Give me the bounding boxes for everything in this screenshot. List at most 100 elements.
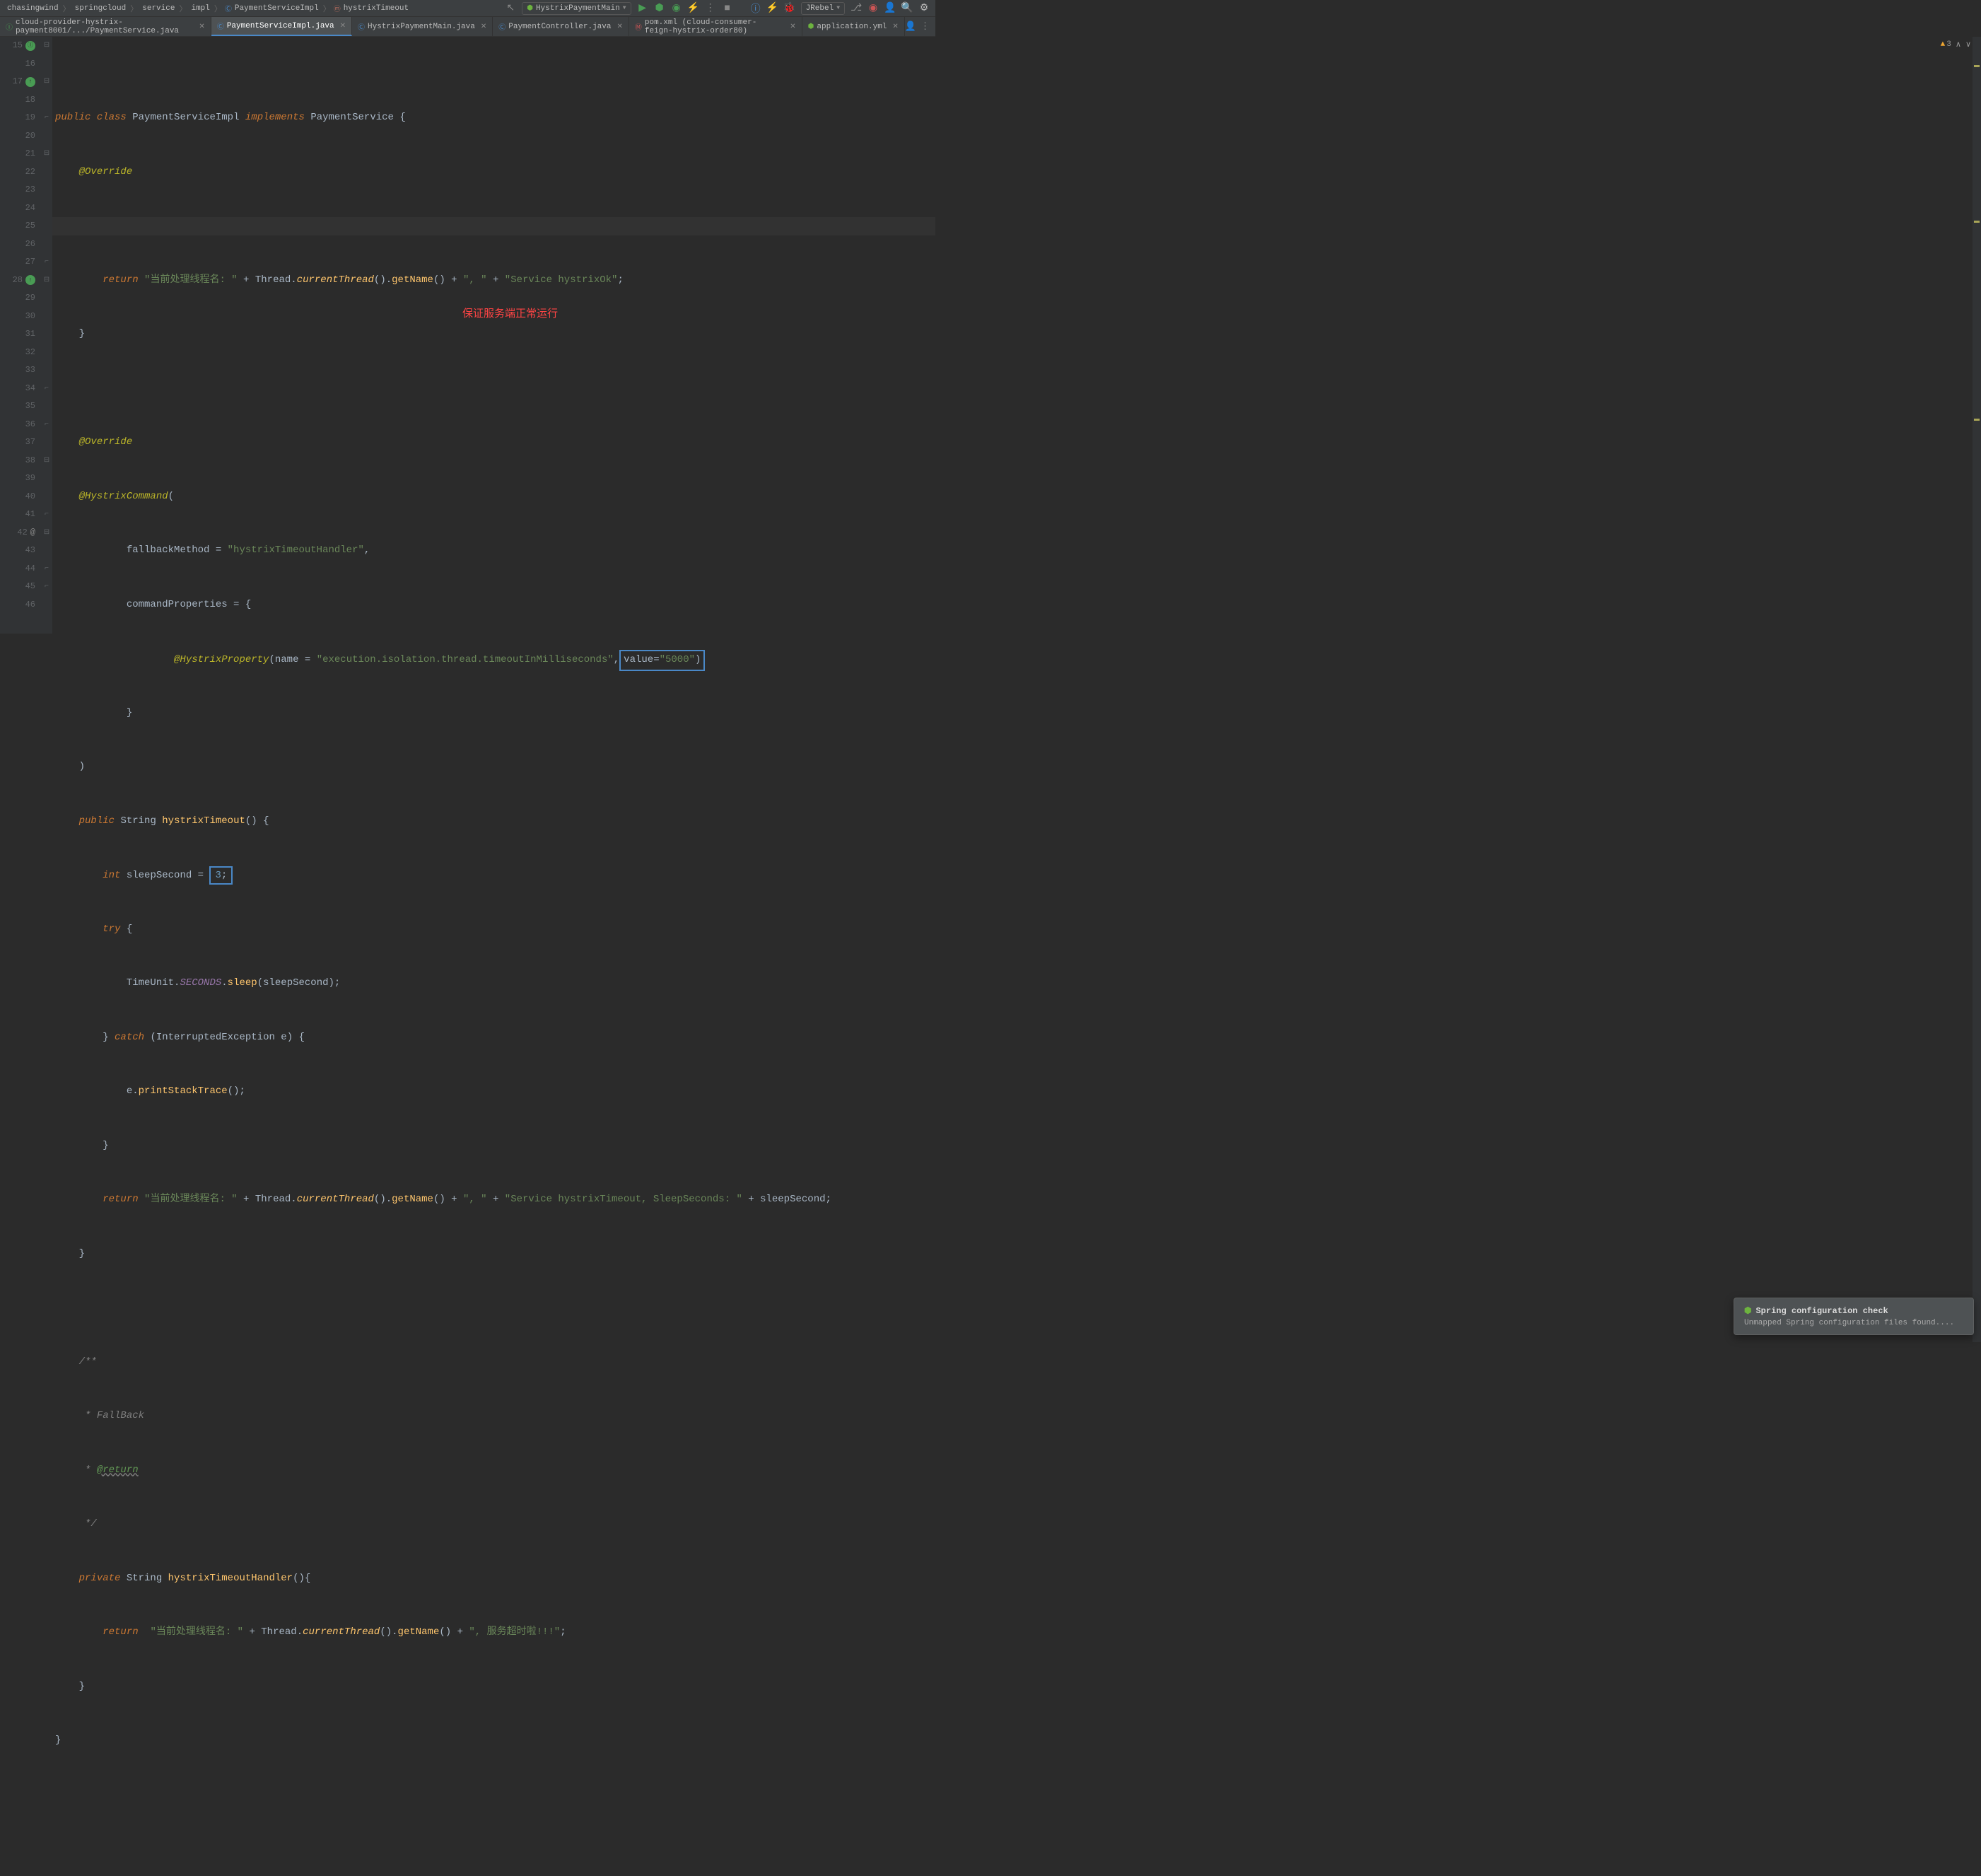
close-icon[interactable]: ✕ [481,23,486,31]
fold-icon[interactable]: ⊟ [41,145,52,163]
close-icon[interactable]: ✕ [616,23,622,31]
bug-icon[interactable]: 🐞 [784,3,795,14]
fold-end-icon[interactable]: ⌐ [41,506,52,524]
search-icon[interactable]: 🔍 [901,3,913,14]
inspect-down-icon[interactable]: ∨ [1965,40,1971,49]
line-num: 15 [13,37,23,55]
bookmark-icon[interactable]: ◉ [867,3,879,14]
inspect-up-icon[interactable]: ∧ [1956,40,1961,49]
red-annotation: 保证服务端正常运行 [462,305,558,324]
flash-icon[interactable]: ⚡ [767,3,778,14]
impl-marker-icon[interactable]: Ⓘ [25,41,35,51]
fold-icon[interactable]: ⊟ [41,37,52,55]
tab-0[interactable]: Ⓘ cloud-provider-hystrix-payment8001/...… [0,17,211,36]
bc-0[interactable]: chasingwind [6,4,60,13]
code-line: } [55,1137,935,1155]
close-icon[interactable]: ✕ [790,23,795,31]
git-icon[interactable]: ⎇ [851,3,862,14]
fold-end-icon[interactable]: ⌐ [41,578,52,596]
code-line: public String hystrixTimeout() { [55,812,935,831]
fold-end-icon[interactable]: ⌐ [41,416,52,434]
line-num: 45 [25,578,35,596]
spring-icon: ⬢ [527,4,533,13]
line-num: 43 [25,542,35,560]
gear-icon[interactable]: ⚙ [918,3,930,14]
code-line: } [55,1732,935,1750]
tab-label: PaymentController.java [508,23,611,31]
tab-label: PaymentServiceImpl.java [227,22,334,30]
at-marker: @ [30,524,35,542]
close-icon[interactable]: ✕ [340,22,346,30]
bc-5[interactable]: hystrixTimeout [342,4,410,13]
notification-popup[interactable]: ⬢ Spring configuration check Unmapped Sp… [1734,1298,1974,1335]
sb-warn-marker[interactable] [1974,419,1980,421]
breadcrumb[interactable]: chasingwind 〉 springcloud 〉 service 〉 im… [6,3,410,14]
coverage-icon[interactable]: ◉ [671,3,682,14]
tab-avatar-icon[interactable]: 👤 [905,21,916,32]
code-line: * @return [55,1462,935,1480]
attach-icon[interactable]: ⋮ [705,3,716,14]
code-line: return "当前处理线程名: " + Thread.currentThrea… [55,1624,935,1642]
code-line: private String hystrixTimeoutHandler(){ [55,1570,935,1588]
line-num: 40 [25,488,35,506]
spring-icon: ⬢ [1744,1305,1751,1316]
tab-label: cloud-provider-hystrix-payment8001/.../P… [16,18,193,35]
profile-icon[interactable]: ⚡ [688,3,699,14]
line-num: 26 [25,235,35,254]
fold-end-icon[interactable]: ⌐ [41,560,52,578]
tab-5[interactable]: ⬢ application.yml ✕ [802,17,905,36]
tab-3[interactable]: Ⓒ PaymentController.java ✕ [493,17,629,36]
bc-3[interactable]: impl [189,4,211,13]
tab-4[interactable]: Ⓜ pom.xml (cloud-consumer-feign-hystrix-… [629,17,802,36]
tab-label: HystrixPaymentMain.java [368,23,475,31]
code-line: @HystrixProperty(name = "execution.isola… [55,650,935,668]
fold-icon[interactable]: ⊟ [41,452,52,470]
bc-1[interactable]: springcloud [74,4,128,13]
fold-icon[interactable]: ⊟ [41,73,52,91]
editor-tabs: Ⓘ cloud-provider-hystrix-payment8001/...… [0,17,935,37]
line-num: 25 [25,217,35,235]
fold-icon[interactable]: ⊟ [41,272,52,290]
run-config-dropdown[interactable]: ⬢ HystrixPaymentMain ▼ [522,2,631,15]
line-num: 33 [25,361,35,380]
sb-warn-marker[interactable] [1974,65,1980,67]
sb-warn-marker[interactable] [1974,221,1980,223]
class-icon: Ⓒ [498,21,506,33]
jrebel-dropdown[interactable]: JRebel ▼ [801,2,845,15]
code-line: return "当前处理线程名: " + Thread.currentThrea… [55,272,935,290]
code-editor[interactable]: public class PaymentServiceImpl implemen… [52,37,935,634]
fold-end-icon[interactable]: ⌐ [41,109,52,127]
run-icon[interactable]: ▶ [637,3,648,14]
close-icon[interactable]: ✕ [199,23,204,31]
scrollbar[interactable] [1973,37,1981,1342]
info-icon[interactable]: ⓘ [750,3,761,14]
tab-2[interactable]: Ⓒ HystrixPaymentMain.java ✕ [352,17,493,36]
editor-status-strip: ▲ 3 ∧ ∨ [1941,40,1971,49]
line-num: 17 [13,73,23,91]
line-num: 41 [25,506,35,524]
code-line: commandProperties = { [55,596,935,614]
back-icon[interactable]: ↖ [505,3,516,14]
tab-more-icon[interactable]: ⋮ [921,21,930,32]
override-marker-icon[interactable]: ↑ [25,77,35,87]
bc-sep: 〉 [322,3,332,14]
line-num: 20 [25,127,35,146]
fold-icon[interactable]: ⊟ [41,524,52,542]
override-marker-icon[interactable]: ↑ [25,275,35,285]
tab-1[interactable]: Ⓒ PaymentServiceImpl.java ✕ [211,17,352,36]
line-num: 46 [25,596,35,614]
code-line: /** [55,1353,935,1372]
bc-2[interactable]: service [141,4,176,13]
line-num: 18 [25,91,35,110]
close-icon[interactable]: ✕ [892,23,898,31]
fold-end-icon[interactable]: ⌐ [41,253,52,272]
avatar-icon[interactable]: 👤 [884,3,896,14]
warning-badge[interactable]: ▲ 3 [1941,40,1951,49]
stop-icon[interactable]: ■ [722,3,733,14]
line-num: 30 [25,308,35,326]
fold-end-icon[interactable]: ⌐ [41,380,52,398]
tab-label: pom.xml (cloud-consumer-feign-hystrix-or… [645,18,784,35]
line-num: 39 [25,470,35,488]
debug-icon[interactable]: ⬢ [654,3,665,14]
bc-4[interactable]: PaymentServiceImpl [233,4,320,13]
